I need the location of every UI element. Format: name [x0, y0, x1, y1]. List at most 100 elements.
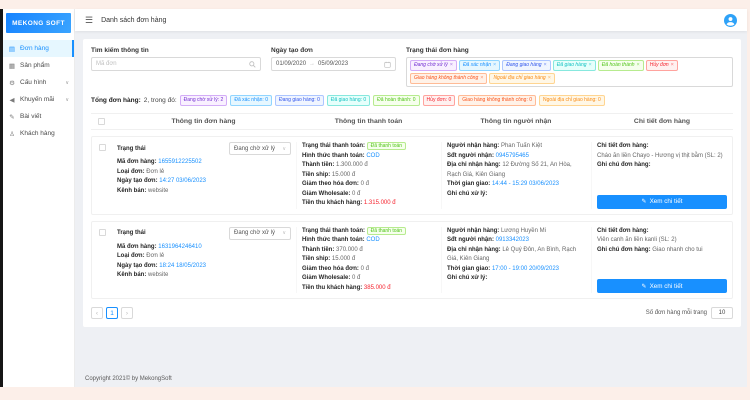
- status-filter-tag[interactable]: Giao hàng không thành công×: [410, 73, 487, 84]
- pay-method-label: Hình thức thanh toán:: [302, 153, 365, 159]
- tag-label: Đang giao hàng: [506, 61, 541, 70]
- content: Tìm kiếm thông tin Mã đơn Ngày tạo đơn 0…: [75, 31, 747, 387]
- status-value: Đang chờ xử lý: [234, 230, 275, 236]
- order-status-select[interactable]: Đang chờ xử lý∨: [229, 142, 291, 155]
- user-avatar[interactable]: [724, 14, 737, 27]
- channel-value: website: [148, 272, 168, 278]
- close-icon[interactable]: ×: [480, 74, 483, 83]
- close-icon[interactable]: ×: [493, 61, 496, 70]
- sidebar-item-customers[interactable]: ♙ Khách hàng: [3, 125, 74, 142]
- promotion-icon: ◀: [8, 96, 16, 104]
- sidebar-item-orders[interactable]: ▤ Đơn hàng: [3, 40, 74, 57]
- created-value: 14:27 03/06/2023: [159, 178, 206, 184]
- status-filter-tag[interactable]: Ngoài địa chỉ giao hàng×: [489, 73, 554, 84]
- tag-label: Hủy đơn: [650, 61, 669, 70]
- wholesale-discount-label: Giảm Wholesale:: [302, 275, 350, 281]
- delivery-time-value: 17:00 - 19:00 20/09/2023: [492, 266, 559, 272]
- summary-badge: Đã xác nhận: 0: [230, 95, 272, 106]
- status-filter-tag[interactable]: Đã xác nhận×: [459, 60, 500, 71]
- select-all-checkbox[interactable]: [98, 118, 105, 125]
- status-filter-group: Trạng thái đơn hàng Đang chờ xử lý× Đã x…: [406, 47, 733, 87]
- view-detail-label: Xem chi tiết: [650, 283, 683, 290]
- phone-link[interactable]: 0913342023: [496, 237, 529, 243]
- close-icon[interactable]: ×: [589, 61, 592, 70]
- view-detail-button[interactable]: ✎Xem chi tiết: [597, 195, 727, 209]
- col-header-payment: Thông tin thanh toán: [296, 118, 441, 125]
- phone-link[interactable]: 0945795465: [496, 153, 529, 159]
- sidebar-item-posts[interactable]: ✎ Bài viết: [3, 108, 74, 125]
- close-icon[interactable]: ×: [544, 61, 547, 70]
- order-type-value: Đơn lẻ: [146, 169, 164, 175]
- sidebar-item-config[interactable]: ⚙ Cấu hình ∨: [3, 74, 74, 91]
- edit-icon: ✎: [642, 198, 647, 205]
- order-status-select[interactable]: Đang chờ xử lý∨: [229, 227, 291, 240]
- date-range-arrow: →: [309, 61, 315, 67]
- tag-label: Đã hoàn thành: [602, 61, 635, 70]
- order-info-cell: Trạng thái Đang chờ xử lý∨ Mã đơn hàng: …: [112, 142, 297, 209]
- order-note-label: Ghi chú đơn hàng:: [597, 162, 651, 168]
- wholesale-discount-label: Giảm Wholesale:: [302, 191, 350, 197]
- close-icon[interactable]: ×: [637, 61, 640, 70]
- paid-badge: Đã thanh toán: [367, 227, 406, 235]
- tag-label: Giao hàng không thành công: [414, 74, 478, 83]
- sidebar: MEKONG SOFT ▤ Đơn hàng ▦ Sản phẩm ⚙ Cấu …: [3, 9, 75, 387]
- status-filter-select[interactable]: Đang chờ xử lý× Đã xác nhận× Đang giao h…: [406, 57, 733, 87]
- col-header-order: Thông tin đơn hàng: [111, 118, 296, 125]
- tag-label: Đang chờ xử lý: [414, 61, 448, 70]
- sidebar-item-products[interactable]: ▦ Sản phẩm: [3, 57, 74, 74]
- menu-collapse-icon[interactable]: ☰: [85, 16, 93, 25]
- collect-label: Tiền thu khách hàng:: [302, 285, 362, 291]
- sidebar-item-promotions[interactable]: ◀ Khuyến mãi ∨: [3, 91, 74, 108]
- products-icon: ▦: [8, 62, 16, 70]
- created-label: Ngày tạo đơn:: [117, 178, 158, 184]
- row-checkbox[interactable]: [99, 144, 106, 151]
- status-filter-tag[interactable]: Đang giao hàng×: [502, 60, 551, 71]
- prev-page-button[interactable]: ‹: [91, 307, 103, 319]
- close-icon[interactable]: ×: [548, 74, 551, 83]
- footer-copyright: Copyright 2021© by MekongSoft: [83, 373, 741, 384]
- channel-label: Kênh bán:: [117, 272, 146, 278]
- process-note-label: Ghi chú xử lý:: [447, 275, 487, 281]
- close-icon[interactable]: ×: [671, 61, 674, 70]
- channel-label: Kênh bán:: [117, 188, 146, 194]
- search-icon: [249, 61, 256, 68]
- status-filter-tag[interactable]: Đang chờ xử lý×: [410, 60, 457, 71]
- delivery-time-label: Thời gian giao:: [447, 181, 490, 187]
- collect-value: 1.315.000 đ: [364, 200, 396, 206]
- detail-items: Viên canh ăn liền kanli (SL: 2): [597, 236, 727, 246]
- collect-value: 385.000 đ: [364, 285, 391, 291]
- detail-cell: Chi tiết đơn hàng: Cháo ăn liền Chayo - …: [592, 142, 732, 209]
- invoice-discount-value: 0 đ: [361, 266, 369, 272]
- collect-label: Tiền thu khách hàng:: [302, 200, 362, 206]
- created-value: 18:24 18/05/2023: [159, 263, 206, 269]
- delivery-time-value: 14:44 - 15:29 03/06/2023: [492, 181, 559, 187]
- status-filter-tag[interactable]: Đã giao hàng×: [553, 60, 596, 71]
- next-page-button[interactable]: ›: [121, 307, 133, 319]
- pay-method-value: COD: [366, 237, 379, 243]
- page-size-input[interactable]: 10: [711, 307, 733, 319]
- table-header: Thông tin đơn hàng Thông tin thanh toán …: [91, 113, 733, 130]
- address-label: Địa chỉ nhận hàng:: [447, 162, 501, 168]
- brand-logo: MEKONG SOFT: [6, 13, 71, 33]
- date-range-picker[interactable]: 01/09/2020 → 05/09/2023: [271, 57, 396, 71]
- ship-label: Tiền ship:: [302, 256, 330, 262]
- page-1-button[interactable]: 1: [106, 307, 118, 319]
- channel-value: website: [148, 188, 168, 194]
- status-filter-tag[interactable]: Đã hoàn thành×: [598, 60, 644, 71]
- summary-row: Tổng đơn hàng: 2, trong đó: Đang chờ xử …: [91, 95, 733, 106]
- tag-label: Đã xác nhận: [463, 61, 491, 70]
- pay-status-label: Trạng thái thanh toán:: [302, 228, 365, 234]
- status-filter-tag[interactable]: Hủy đơn×: [646, 60, 678, 71]
- tag-label: Đã giao hàng: [557, 61, 587, 70]
- order-code-link[interactable]: 1631964246410: [158, 244, 201, 250]
- view-detail-button[interactable]: ✎Xem chi tiết: [597, 279, 727, 293]
- page-title: Danh sách đơn hàng: [101, 17, 166, 24]
- close-icon[interactable]: ×: [450, 61, 453, 70]
- row-checkbox[interactable]: [99, 229, 106, 236]
- order-code-link[interactable]: 1655912225502: [158, 159, 201, 165]
- subtotal-label: Thành tiền:: [302, 162, 334, 168]
- search-input[interactable]: Mã đơn: [91, 57, 261, 71]
- summary-badge: Ngoài địa chỉ giao hàng: 0: [539, 95, 605, 106]
- recipient-info-cell: Người nhận hàng: Lương Huyền Mi Sđt ngườ…: [442, 227, 592, 294]
- calendar-icon: [384, 61, 391, 68]
